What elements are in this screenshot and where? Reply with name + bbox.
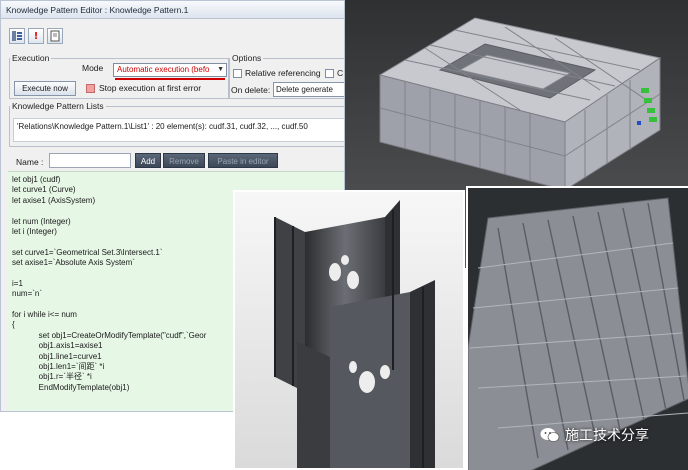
relative-referencing-label: Relative referencing — [245, 68, 321, 78]
watermark: 施工技术分享 — [540, 425, 649, 445]
editor-toolbar: ! — [9, 28, 63, 46]
second-option-label: C — [337, 68, 344, 78]
code-line: let obj1 (cudf) — [12, 175, 61, 184]
watermark-text: 施工技术分享 — [565, 428, 649, 444]
add-button[interactable]: Add — [135, 153, 161, 168]
chevron-down-icon: ▼ — [217, 66, 224, 73]
second-option-checkbox[interactable] — [325, 69, 334, 78]
remove-button[interactable]: Remove — [163, 153, 205, 168]
name-label: Name : — [16, 157, 44, 167]
stiffener-plate-render — [233, 190, 465, 470]
paste-in-editor-button[interactable]: Paste in editor — [208, 153, 278, 168]
execution-legend: Execution — [12, 53, 50, 63]
options-legend: Options — [232, 53, 262, 63]
stop-execution-label: Stop execution at first error — [99, 83, 202, 93]
mode-select[interactable]: Automatic execution (befo ▼ — [113, 63, 227, 77]
wechat-icon — [540, 428, 560, 442]
mode-select-value: Automatic execution (befo — [117, 65, 210, 74]
execute-now-button[interactable]: Execute now — [14, 81, 76, 96]
knowledge-list-icon[interactable] — [9, 28, 25, 44]
mode-highlight-underline — [115, 78, 225, 80]
mode-label: Mode — [82, 63, 104, 73]
lists-legend: Knowledge Pattern Lists — [12, 101, 104, 111]
stop-execution-checkbox[interactable] — [86, 84, 95, 93]
window-title: Knowledge Pattern Editor : Knowledge Pat… — [1, 1, 344, 19]
relative-referencing-checkbox[interactable] — [233, 69, 242, 78]
stiffener-plate-image — [235, 192, 463, 468]
name-input[interactable] — [49, 153, 131, 168]
exclamation-icon[interactable]: ! — [28, 28, 44, 44]
page-icon[interactable] — [47, 28, 63, 44]
on-delete-select[interactable]: Delete generate — [273, 82, 344, 97]
on-delete-label: On delete: — [231, 85, 271, 95]
list-item[interactable]: 'Relations\Knowledge Pattern.1\List1' : … — [13, 118, 344, 142]
